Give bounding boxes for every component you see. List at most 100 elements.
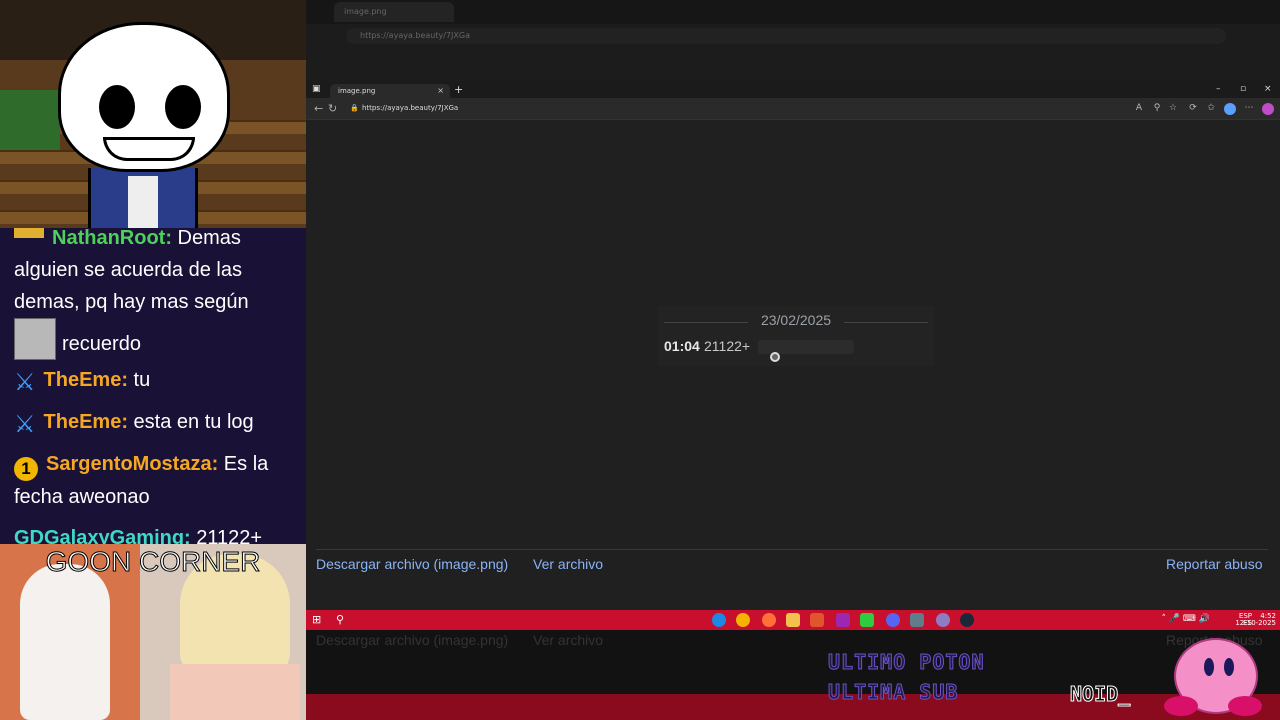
sword-badge-icon: ⚔	[14, 411, 36, 438]
discord-app-icon[interactable]	[886, 613, 900, 627]
avatar-eye	[99, 85, 135, 129]
chat-message: 1 SargentoMostaza: Es la fecha aweonao	[14, 448, 300, 513]
tab-strip: ▣ image.png × + – ▫ ×	[306, 82, 1280, 98]
chat-message: ⚔ TheEme: esta en tu log	[14, 406, 300, 438]
chat-text: recuerdo	[62, 333, 141, 355]
mouse-cursor-icon	[770, 352, 780, 362]
site-info-icon[interactable]: 🔒	[350, 104, 359, 112]
ghost-download-text: Descargar archivo (image.png)	[316, 632, 509, 648]
edge-app-icon[interactable]	[712, 613, 726, 627]
zoom-icon[interactable]: ⚲	[1152, 103, 1162, 113]
app-icon[interactable]	[936, 613, 950, 627]
refresh-icon[interactable]: ↻	[328, 102, 337, 115]
address-url: https://ayaya.beauty/7JXGa	[362, 104, 459, 112]
art-figure	[20, 564, 110, 720]
view-file-link[interactable]: Ver archivo	[533, 556, 603, 572]
app-icon[interactable]	[836, 613, 850, 627]
kirby-foot	[1228, 696, 1262, 716]
stream-goal-line1: ULTIMO POTON	[828, 650, 985, 675]
stream-goal-line2: ULTIMA SUB	[827, 680, 959, 705]
copilot-icon[interactable]	[1262, 103, 1274, 115]
favorite-star-icon[interactable]: ☆	[1168, 103, 1178, 113]
tab-actions-icon[interactable]: ▣	[312, 84, 321, 94]
image-preview[interactable]: 23/02/2025 01:04 21122+	[658, 306, 934, 366]
crown-badge-icon	[14, 228, 44, 238]
avatar-skull	[58, 22, 230, 172]
windows-start-icon[interactable]: ⊞	[312, 614, 324, 626]
background-address-bar: https://ayaya.beauty/7JXGa	[346, 28, 1226, 44]
background-tab: image.png	[334, 2, 454, 22]
app-icon[interactable]	[860, 613, 874, 627]
sword-badge-icon: ⚔	[14, 369, 36, 396]
menu-icon[interactable]: ⋯	[1244, 103, 1254, 113]
ghost-taskbar	[306, 694, 1280, 720]
art-body	[170, 664, 300, 720]
streamer-tag: NOID_	[1069, 682, 1131, 707]
browser-toolbar: ← ↻ 🔒 https://ayaya.beauty/7JXGa A ⚲ ☆ ⟳…	[306, 98, 1280, 120]
preview-time: 01:04	[664, 338, 700, 354]
chat-text: alguien se acuerda de las	[14, 259, 242, 281]
maximize-button[interactable]: ▫	[1240, 84, 1246, 94]
reader-icon[interactable]: A	[1134, 103, 1144, 113]
address-bar[interactable]: 🔒 https://ayaya.beauty/7JXGa	[346, 102, 1126, 116]
chat-username: GDGalaxyGaming:	[14, 527, 191, 544]
chat-username: TheEme:	[43, 369, 128, 391]
preview-message: 21122+	[704, 338, 751, 354]
chat-emote-image	[14, 318, 56, 360]
browser-window: ▣ image.png × + – ▫ × ← ↻ 🔒 https://ayay…	[306, 82, 1280, 610]
file-explorer-icon[interactable]	[786, 613, 800, 627]
sub-badge-icon: 1	[14, 457, 38, 481]
kirby-foot	[1164, 696, 1198, 716]
system-tray-icons[interactable]: ˄ 🎤 ⌨ 🔊	[1162, 614, 1211, 624]
avatar-shirt	[128, 176, 158, 228]
chat-message: NathanRoot: Demas alguien se acuerda de …	[14, 228, 300, 360]
chat-username: NathanRoot:	[52, 228, 172, 249]
kirby-eye	[1204, 658, 1214, 676]
avatar-grin	[103, 137, 195, 161]
tab-title: image.png	[338, 87, 376, 95]
profile-avatar[interactable]	[1224, 103, 1236, 115]
search-icon[interactable]: ⚲	[336, 613, 344, 626]
chat-text: fecha aweonao	[14, 486, 150, 508]
stream-frame: NathanRoot: Demas alguien se acuerda de …	[0, 0, 1280, 720]
chat-text: esta en tu log	[127, 411, 254, 433]
extensions-icon[interactable]: ⟳	[1188, 103, 1198, 113]
chat-message: GDGalaxyGaming: 21122+	[14, 522, 300, 544]
steam-app-icon[interactable]	[960, 613, 974, 627]
chat-username: TheEme:	[43, 411, 128, 433]
firefox-app-icon[interactable]	[762, 613, 776, 627]
background-tabbar: image.png	[306, 0, 1280, 24]
chat-message: ⚔ TheEme: tu	[14, 364, 300, 396]
clock[interactable]: 4:52 12-10-2025	[1235, 613, 1276, 627]
app-icon[interactable]	[910, 613, 924, 627]
art-panel-title: GOON CORNER	[45, 546, 261, 578]
download-file-link[interactable]: Descargar archivo (image.png)	[316, 556, 508, 572]
chat-text: Es la	[218, 453, 269, 475]
minimize-button[interactable]: –	[1216, 84, 1221, 94]
chrome-app-icon[interactable]	[736, 613, 750, 627]
kirby-mascot	[1164, 632, 1264, 720]
chat-username: SargentoMostaza:	[46, 453, 219, 475]
favorites-icon[interactable]: ✩	[1206, 103, 1216, 113]
chat-text: 21122+	[190, 527, 263, 544]
ghost-view-text: Ver archivo	[533, 632, 604, 648]
preview-date: 23/02/2025	[760, 312, 832, 328]
back-icon[interactable]: ←	[314, 102, 323, 115]
avatar-eye	[165, 85, 201, 129]
background-browser: image.png https://ayaya.beauty/7JXGa	[306, 0, 1280, 82]
art-panel: GOON CORNER	[0, 544, 306, 720]
duplicate-capture: Descargar archivo (image.png) Ver archiv…	[306, 630, 1280, 720]
chat-overlay: NathanRoot: Demas alguien se acuerda de …	[0, 228, 306, 544]
webcam-plant	[0, 90, 60, 150]
close-window-button[interactable]: ×	[1264, 84, 1272, 94]
page-content: 23/02/2025 01:04 21122+ Descargar archiv…	[306, 120, 1280, 610]
chat-text: tu	[127, 369, 151, 391]
app-icon[interactable]	[810, 613, 824, 627]
kirby-eye	[1224, 658, 1234, 676]
report-abuse-link[interactable]: Reportar abuso	[1166, 556, 1263, 572]
new-tab-button[interactable]: +	[454, 83, 463, 96]
close-tab-icon[interactable]: ×	[437, 86, 444, 95]
chat-text: demas, pq hay mas según	[14, 291, 249, 313]
footer-divider	[316, 549, 1268, 550]
tab-image-png[interactable]: image.png ×	[330, 84, 450, 98]
